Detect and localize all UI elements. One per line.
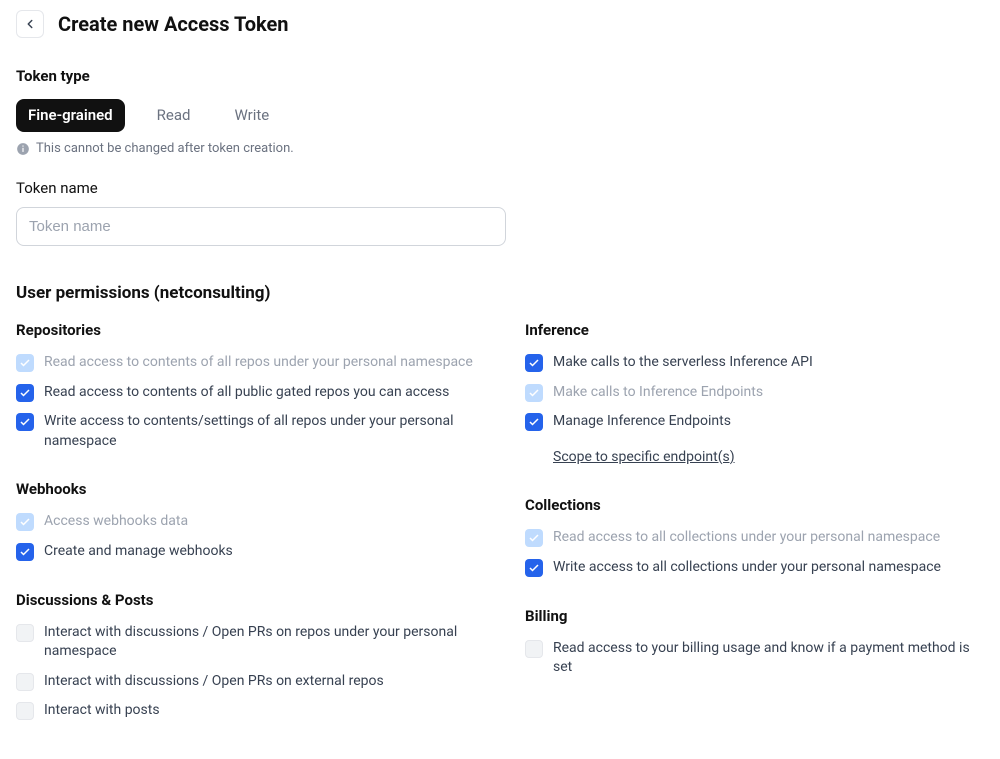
perm-repo-write-personal[interactable]: Write access to contents/settings of all… (16, 412, 475, 451)
perm-repo-read-personal[interactable]: Read access to contents of all repos und… (16, 353, 475, 373)
user-permissions-title: User permissions (netconsulting) (16, 282, 984, 306)
checkbox-checked-disabled-icon (16, 513, 34, 531)
token-type-hint: This cannot be changed after token creat… (16, 140, 984, 158)
tab-fine-grained[interactable]: Fine-grained (16, 99, 125, 132)
perm-label: Interact with discussions / Open PRs on … (44, 623, 475, 662)
checkbox-checked-icon (16, 384, 34, 402)
checkbox-checked-icon (16, 543, 34, 561)
back-button[interactable] (16, 10, 44, 38)
checkbox-unchecked-icon (16, 702, 34, 720)
checkbox-checked-icon (525, 559, 543, 577)
group-title-discussions: Discussions & Posts (16, 590, 475, 611)
perm-webhooks-access[interactable]: Access webhooks data (16, 512, 475, 532)
perm-discussions-personal[interactable]: Interact with discussions / Open PRs on … (16, 623, 475, 662)
group-title-collections: Collections (525, 495, 984, 516)
perm-collections-read[interactable]: Read access to all collections under you… (525, 528, 984, 548)
perm-label: Read access to your billing usage and kn… (553, 639, 984, 678)
perm-billing-read[interactable]: Read access to your billing usage and kn… (525, 639, 984, 678)
perm-label: Interact with discussions / Open PRs on … (44, 672, 384, 692)
group-title-repositories: Repositories (16, 320, 475, 341)
checkbox-unchecked-icon (16, 673, 34, 691)
checkbox-unchecked-icon (525, 640, 543, 658)
perm-label: Read access to contents of all public ga… (44, 383, 449, 403)
token-name-input[interactable] (16, 207, 506, 246)
tab-read[interactable]: Read (145, 99, 203, 132)
perm-label: Read access to contents of all repos und… (44, 353, 473, 373)
perm-label: Create and manage webhooks (44, 542, 233, 562)
checkbox-checked-disabled-icon (525, 384, 543, 402)
checkbox-checked-icon (16, 413, 34, 431)
checkbox-checked-disabled-icon (16, 354, 34, 372)
perm-inference-manage[interactable]: Manage Inference Endpoints (525, 412, 984, 432)
perm-inference-endpoints[interactable]: Make calls to Inference Endpoints (525, 383, 984, 403)
group-billing: Billing Read access to your billing usag… (525, 606, 984, 678)
perm-label: Access webhooks data (44, 512, 188, 532)
group-discussions: Discussions & Posts Interact with discus… (16, 590, 475, 721)
perm-collections-write[interactable]: Write access to all collections under yo… (525, 558, 984, 578)
perm-label: Read access to all collections under you… (553, 528, 940, 548)
checkbox-unchecked-icon (16, 624, 34, 642)
group-repositories: Repositories Read access to contents of … (16, 320, 475, 451)
chevron-left-icon (23, 17, 37, 31)
token-type-tabs: Fine-grained Read Write (16, 99, 984, 132)
checkbox-checked-icon (525, 413, 543, 431)
checkbox-checked-disabled-icon (525, 529, 543, 547)
group-title-inference: Inference (525, 320, 984, 341)
perm-label: Write access to contents/settings of all… (44, 412, 475, 451)
perm-webhooks-manage[interactable]: Create and manage webhooks (16, 542, 475, 562)
group-collections: Collections Read access to all collectio… (525, 495, 984, 577)
token-name-label: Token name (16, 178, 984, 199)
perm-label: Write access to all collections under yo… (553, 558, 941, 578)
checkbox-checked-icon (525, 354, 543, 372)
perm-label: Make calls to the serverless Inference A… (553, 353, 813, 373)
group-inference: Inference Make calls to the serverless I… (525, 320, 984, 467)
group-title-webhooks: Webhooks (16, 479, 475, 500)
info-icon (16, 142, 30, 156)
page-title: Create new Access Token (58, 10, 289, 38)
token-type-label: Token type (16, 66, 984, 87)
tab-write[interactable]: Write (222, 99, 281, 132)
perm-repo-read-public-gated[interactable]: Read access to contents of all public ga… (16, 383, 475, 403)
group-title-billing: Billing (525, 606, 984, 627)
perm-label: Make calls to Inference Endpoints (553, 383, 763, 403)
scope-endpoints-link[interactable]: Scope to specific endpoint(s) (553, 448, 735, 468)
perm-discussions-external[interactable]: Interact with discussions / Open PRs on … (16, 672, 475, 692)
perm-discussions-posts[interactable]: Interact with posts (16, 701, 475, 721)
perm-label: Manage Inference Endpoints (553, 412, 731, 432)
group-webhooks: Webhooks Access webhooks data Create and… (16, 479, 475, 561)
perm-label: Interact with posts (44, 701, 160, 721)
perm-inference-serverless[interactable]: Make calls to the serverless Inference A… (525, 353, 984, 373)
